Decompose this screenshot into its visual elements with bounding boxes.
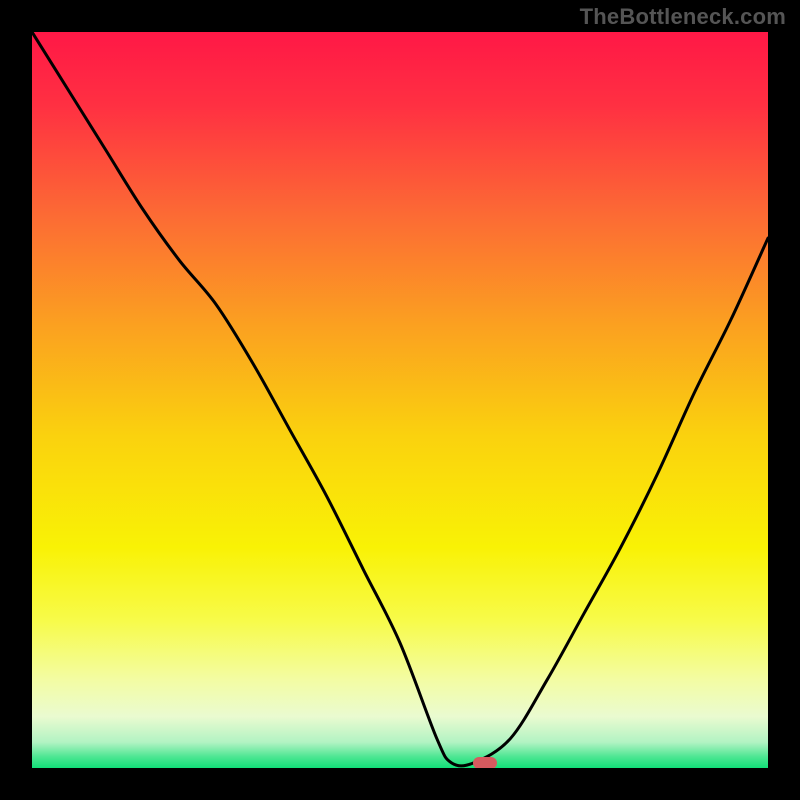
chart-frame: TheBottleneck.com <box>0 0 800 800</box>
watermark-text: TheBottleneck.com <box>580 4 786 30</box>
optimum-marker <box>473 757 497 768</box>
bottleneck-curve <box>32 32 768 768</box>
plot-area <box>32 32 768 768</box>
